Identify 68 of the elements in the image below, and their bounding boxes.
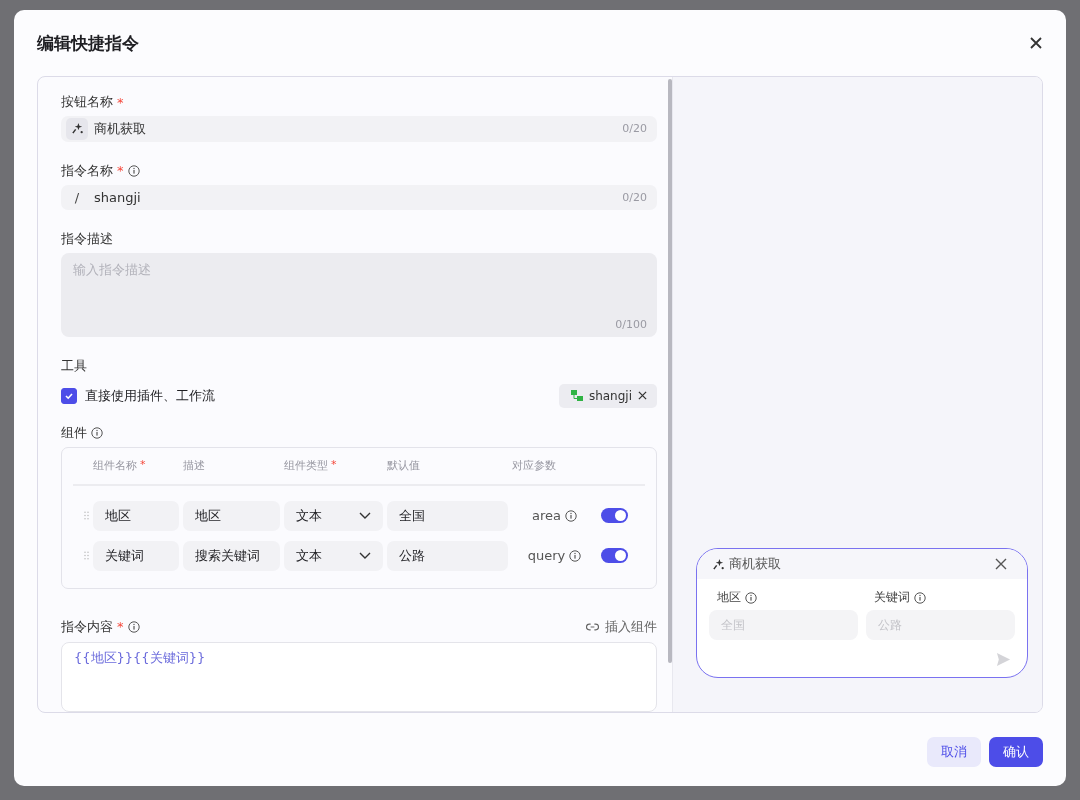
field-label: 组件 — [61, 423, 87, 442]
column-header: 默认值 — [387, 458, 420, 474]
required-mark: * — [117, 94, 124, 110]
close-button[interactable] — [1029, 36, 1043, 50]
confirm-button[interactable]: 确认 — [989, 737, 1043, 767]
type-select[interactable]: 文本 — [284, 540, 383, 571]
field-label: 地区 — [717, 589, 741, 606]
required-mark: * — [331, 458, 337, 474]
column-header: 对应参数 — [512, 458, 556, 474]
name-input[interactable]: 关键词 — [93, 540, 179, 571]
preview-title: 商机获取 — [729, 555, 781, 573]
info-icon — [569, 549, 582, 562]
info-icon — [127, 164, 140, 177]
required-mark: * — [117, 163, 124, 179]
sparkle-icon — [70, 122, 84, 136]
field-value: shangji — [94, 190, 142, 205]
scrollbar[interactable] — [668, 79, 672, 663]
default-input[interactable]: 公路 — [387, 540, 508, 571]
chevron-down-icon — [359, 551, 371, 560]
checkbox-label: 直接使用插件、工作流 — [85, 386, 215, 405]
type-select[interactable]: 文本 — [284, 500, 383, 531]
remove-icon[interactable] — [638, 391, 647, 401]
sparkle-icon — [712, 557, 725, 571]
field-label: 指令描述 — [61, 230, 113, 249]
toggle-switch[interactable] — [601, 548, 628, 564]
tag-label: shangji — [588, 388, 632, 403]
info-icon — [914, 591, 926, 604]
toggle-switch[interactable] — [601, 508, 628, 524]
column-header: 组件类型 — [284, 458, 328, 474]
param-name: area — [532, 508, 561, 524]
field-label: 指令名称 — [61, 161, 113, 180]
required-mark: * — [140, 458, 146, 474]
info-icon — [127, 620, 140, 633]
field-label: 关键词 — [874, 589, 910, 606]
workflow-icon — [570, 389, 583, 402]
info-icon — [745, 591, 757, 604]
param-name: query — [527, 548, 566, 564]
required-mark: * — [117, 619, 124, 635]
content-text: {{地区}}{{关键词}} — [74, 649, 206, 665]
field-label: 工具 — [61, 356, 87, 375]
description-input[interactable]: 搜索关键词 — [183, 540, 280, 571]
content-field[interactable]: {{地区}}{{关键词}} — [61, 641, 657, 712]
column-header: 描述 — [183, 458, 205, 474]
dialog-title: 编辑快捷指令 — [37, 31, 139, 55]
icon-picker[interactable] — [66, 117, 88, 140]
chevron-down-icon — [359, 511, 371, 520]
default-input[interactable]: 全国 — [387, 500, 508, 531]
drag-handle-icon[interactable] — [84, 511, 89, 521]
field-label: 按钮名称 — [61, 93, 113, 111]
button-name-field[interactable]: 商机获取 0/20 — [61, 116, 657, 142]
slash-prefix: / — [73, 190, 81, 205]
field-label: 指令内容 — [61, 617, 113, 636]
char-counter: 0/20 — [622, 191, 647, 204]
char-counter: 0/20 — [622, 122, 647, 136]
cancel-button[interactable]: 取消 — [927, 737, 981, 767]
column-header: 组件名称 — [93, 458, 137, 474]
close-icon[interactable] — [995, 558, 1007, 570]
command-name-field[interactable]: / shangji 0/20 — [61, 184, 657, 211]
char-counter: 0/100 — [615, 317, 647, 331]
link-icon — [586, 621, 599, 632]
insert-component-link[interactable]: 插入组件 — [586, 617, 657, 636]
info-icon — [565, 509, 577, 522]
info-icon — [91, 426, 103, 439]
checkbox[interactable] — [61, 387, 77, 404]
field-value: 商机获取 — [94, 119, 147, 138]
name-input[interactable]: 地区 — [93, 500, 179, 531]
description-input[interactable]: 地区 — [183, 500, 280, 531]
drag-handle-icon[interactable] — [84, 551, 89, 561]
